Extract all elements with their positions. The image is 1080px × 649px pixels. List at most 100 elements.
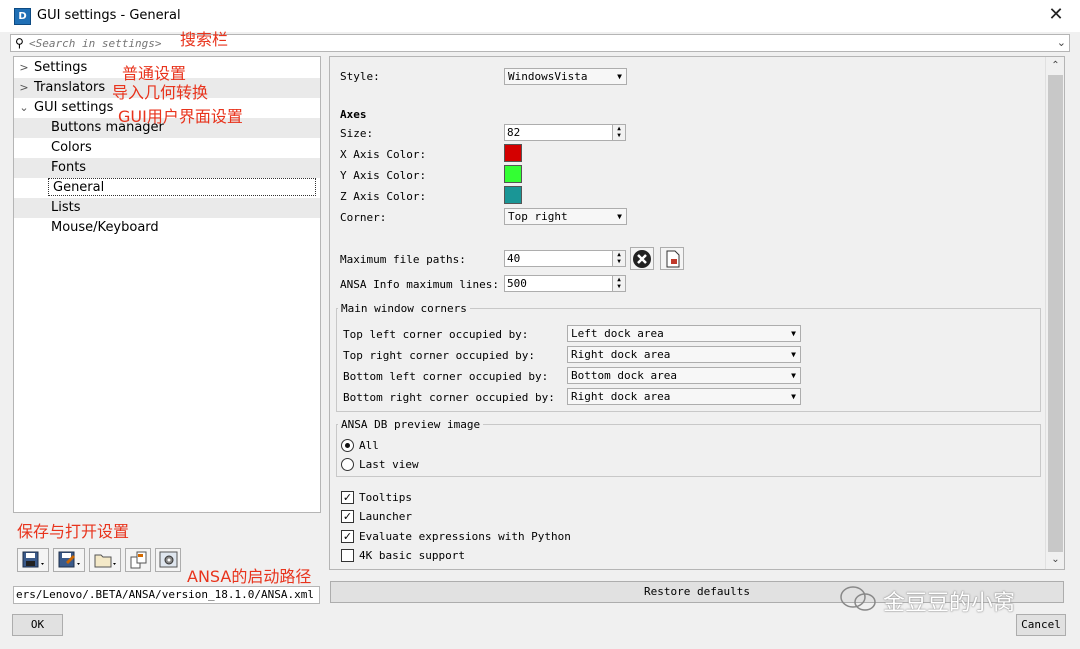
tree-child-general[interactable]: General	[14, 178, 320, 198]
python-expressions-label: Evaluate expressions with Python	[359, 530, 571, 543]
tree-item-label: Translators	[34, 80, 106, 95]
max-file-paths-spinbox[interactable]: 40 ▲ ▼	[504, 250, 626, 267]
tree-item-label: Settings	[34, 60, 88, 75]
wechat-icon	[840, 586, 876, 611]
dropdown-arrow-icon: ▼	[791, 350, 796, 359]
z-axis-color-label: Z Axis Color:	[340, 190, 427, 203]
file-list-button[interactable]	[660, 247, 684, 270]
preview-last-view-label: Last view	[359, 458, 419, 471]
open-folder-button[interactable]	[89, 548, 121, 572]
corner-bottom-left-label: Bottom left corner occupied by:	[343, 370, 549, 383]
dropdown-arrow-icon: ▼	[791, 392, 796, 401]
max-file-paths-value: 40	[507, 252, 521, 265]
watermark-text: 金豆豆的小窝	[883, 591, 1016, 616]
clear-paths-button[interactable]	[630, 247, 654, 270]
tree-child-mouse-keyboard[interactable]: Mouse/Keyboard	[14, 218, 320, 238]
tooltips-checkbox[interactable]: ✓	[341, 491, 354, 504]
max-file-paths-label: Maximum file paths:	[340, 253, 466, 266]
z-axis-color-swatch[interactable]	[504, 186, 522, 204]
corner-bottom-left-select[interactable]: Bottom dock area ▼	[567, 367, 801, 384]
ok-button[interactable]: OK	[12, 614, 63, 636]
tree-item-label: GUI settings	[34, 100, 114, 115]
chevron-right-icon[interactable]: >	[18, 78, 30, 98]
tree-child-colors[interactable]: Colors	[14, 138, 320, 158]
corner-top-left-select[interactable]: Left dock area ▼	[567, 325, 801, 342]
corner-top-left-value: Left dock area	[571, 327, 664, 340]
save-as-button[interactable]	[53, 548, 85, 572]
spin-arrows-icon[interactable]: ▲ ▼	[612, 276, 625, 291]
corner-bottom-right-label: Bottom right corner occupied by:	[343, 391, 555, 404]
size-spinbox[interactable]: 82 ▲ ▼	[504, 124, 626, 141]
search-icon: ⚲	[15, 36, 24, 50]
save-button[interactable]	[17, 548, 49, 572]
tree-child-label: Lists	[51, 200, 81, 215]
preview-image-title: ANSA DB preview image	[338, 418, 484, 431]
launcher-checkbox[interactable]: ✓	[341, 510, 354, 523]
size-value: 82	[507, 126, 521, 139]
corner-label: Corner:	[340, 211, 387, 224]
settings-icon	[159, 551, 178, 568]
annotation-save-open: 保存与打开设置	[17, 522, 130, 541]
info-max-lines-label: ANSA Info maximum lines:	[340, 278, 499, 291]
dropdown-arrow-icon: ▼	[791, 329, 796, 338]
spin-arrows-icon[interactable]: ▲ ▼	[612, 125, 625, 140]
preview-all-radio[interactable]	[341, 439, 354, 452]
tree-child-label: General	[48, 178, 316, 196]
corner-bottom-right-value: Right dock area	[571, 390, 671, 403]
annotation-translators: 导入几何转换	[112, 83, 209, 102]
scroll-thumb[interactable]	[1048, 75, 1063, 552]
preview-last-view-radio[interactable]	[341, 458, 354, 471]
annotation-search: 搜索栏	[180, 30, 229, 49]
cancel-button[interactable]: Cancel	[1016, 614, 1066, 636]
corner-top-left-label: Top left corner occupied by:	[343, 328, 529, 341]
save-as-icon	[58, 551, 80, 568]
corner-bottom-right-select[interactable]: Right dock area ▼	[567, 388, 801, 405]
clear-icon	[633, 250, 651, 268]
dropdown-arrow-icon: ▼	[617, 212, 622, 221]
chevron-right-icon[interactable]: >	[18, 58, 30, 78]
4k-support-checkbox[interactable]	[341, 549, 354, 562]
scroll-down-icon[interactable]: ⌄	[1048, 553, 1063, 567]
tree-child-label: Fonts	[51, 160, 87, 175]
settings-file-path-field[interactable]: ers/Lenovo/.BETA/ANSA/version_18.1.0/ANS…	[13, 586, 320, 604]
tree-child-label: Mouse/Keyboard	[51, 220, 159, 235]
python-expressions-checkbox[interactable]: ✓	[341, 530, 354, 543]
tree-child-fonts[interactable]: Fonts	[14, 158, 320, 178]
scroll-up-icon[interactable]: ⌃	[1048, 59, 1063, 73]
main-window-corners-title: Main window corners	[338, 302, 470, 315]
search-bar: ⚲ ⌄	[10, 34, 1070, 52]
4k-support-label: 4K basic support	[359, 549, 465, 562]
window-title: GUI settings - General	[37, 8, 181, 23]
chevron-down-icon[interactable]: ⌄	[18, 98, 30, 118]
corner-bottom-left-value: Bottom dock area	[571, 369, 677, 382]
size-label: Size:	[340, 127, 374, 140]
tree-child-label: Colors	[51, 140, 92, 155]
document-icon	[666, 250, 680, 268]
corner-select[interactable]: Top right ▼	[504, 208, 627, 225]
spin-arrows-icon[interactable]: ▲ ▼	[612, 251, 625, 266]
preview-all-label: All	[359, 439, 379, 452]
y-axis-color-label: Y Axis Color:	[340, 169, 427, 182]
close-icon[interactable]: ✕	[1046, 4, 1066, 26]
dropdown-arrow-icon: ▼	[791, 371, 796, 380]
corner-top-right-select[interactable]: Right dock area ▼	[567, 346, 801, 363]
copy-button[interactable]	[125, 548, 151, 572]
corner-value: Top right	[508, 210, 568, 223]
launcher-label: Launcher	[359, 510, 412, 523]
app-icon: D	[14, 8, 31, 25]
annotation-gui: GUI用户界面设置	[118, 107, 243, 126]
style-select[interactable]: WindowsVista ▼	[504, 68, 627, 85]
corner-top-right-value: Right dock area	[571, 348, 671, 361]
info-max-lines-value: 500	[507, 277, 527, 290]
style-value: WindowsVista	[508, 70, 588, 83]
style-label: Style:	[340, 70, 380, 83]
settings-button[interactable]	[155, 548, 181, 572]
info-max-lines-spinbox[interactable]: 500 ▲ ▼	[504, 275, 626, 292]
tooltips-label: Tooltips	[359, 491, 412, 504]
y-axis-color-swatch[interactable]	[504, 165, 522, 183]
title-bar: D GUI settings - General ✕	[0, 0, 1080, 32]
axes-heading: Axes	[340, 108, 367, 121]
tree-child-lists[interactable]: Lists	[14, 198, 320, 218]
chevron-down-icon[interactable]: ⌄	[1057, 35, 1066, 51]
x-axis-color-swatch[interactable]	[504, 144, 522, 162]
